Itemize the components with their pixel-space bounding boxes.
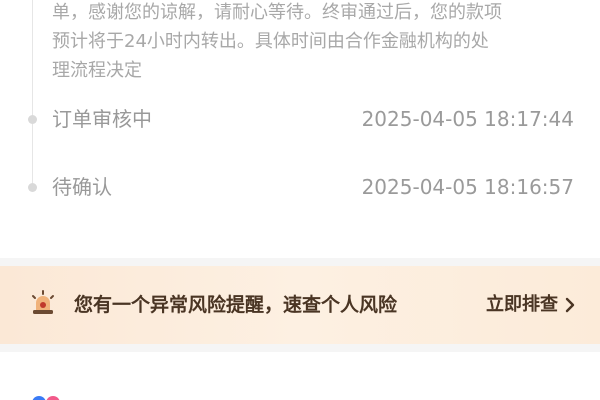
timeline-note-line-2: 预计将于24小时内转出。具体时间由合作金融机构的处 (52, 31, 489, 52)
timeline-event-time: 2025-04-05 18:16:57 (361, 175, 574, 199)
timeline-event-status: 待确认 (52, 175, 112, 199)
order-timeline: 单，感谢您的谅解，请耐心等待。终审通过后，您的款项 预计将于24小时内转出。具体… (0, 0, 600, 258)
chevron-right-icon (565, 297, 575, 313)
timeline-event-time: 2025-04-05 18:17:44 (361, 107, 574, 131)
next-card (0, 352, 600, 400)
timeline-dot (28, 183, 37, 192)
alarm-light-icon (32, 290, 54, 314)
order-detail-page: 单，感谢您的谅解，请耐心等待。终审通过后，您的款项 预计将于24小时内转出。具体… (0, 0, 600, 400)
risk-alert-message: 您有一个异常风险提醒，速查个人风险 (74, 294, 398, 316)
timeline-note-line-3: 理流程决定 (52, 60, 142, 81)
timeline-note: 单，感谢您的谅解，请耐心等待。终审通过后，您的款项 预计将于24小时内转出。具体… (52, 0, 582, 85)
timeline-event: 待确认 2025-04-05 18:16:57 (0, 172, 600, 202)
risk-alert-banner[interactable]: 您有一个异常风险提醒，速查个人风险 立即排查 (0, 266, 600, 344)
timeline-event-status: 订单审核中 (52, 107, 152, 131)
timeline-note-line-1: 单，感谢您的谅解，请耐心等待。终审通过后，您的款项 (52, 2, 502, 23)
timeline-line (32, 0, 33, 190)
timeline-event: 订单审核中 2025-04-05 18:17:44 (0, 104, 600, 134)
partner-logo-icon (32, 396, 60, 400)
section-divider (0, 258, 600, 266)
check-now-link[interactable]: 立即排查 (486, 290, 576, 320)
check-now-label: 立即排查 (486, 294, 558, 315)
timeline-dot (28, 115, 37, 124)
section-divider (0, 344, 600, 352)
